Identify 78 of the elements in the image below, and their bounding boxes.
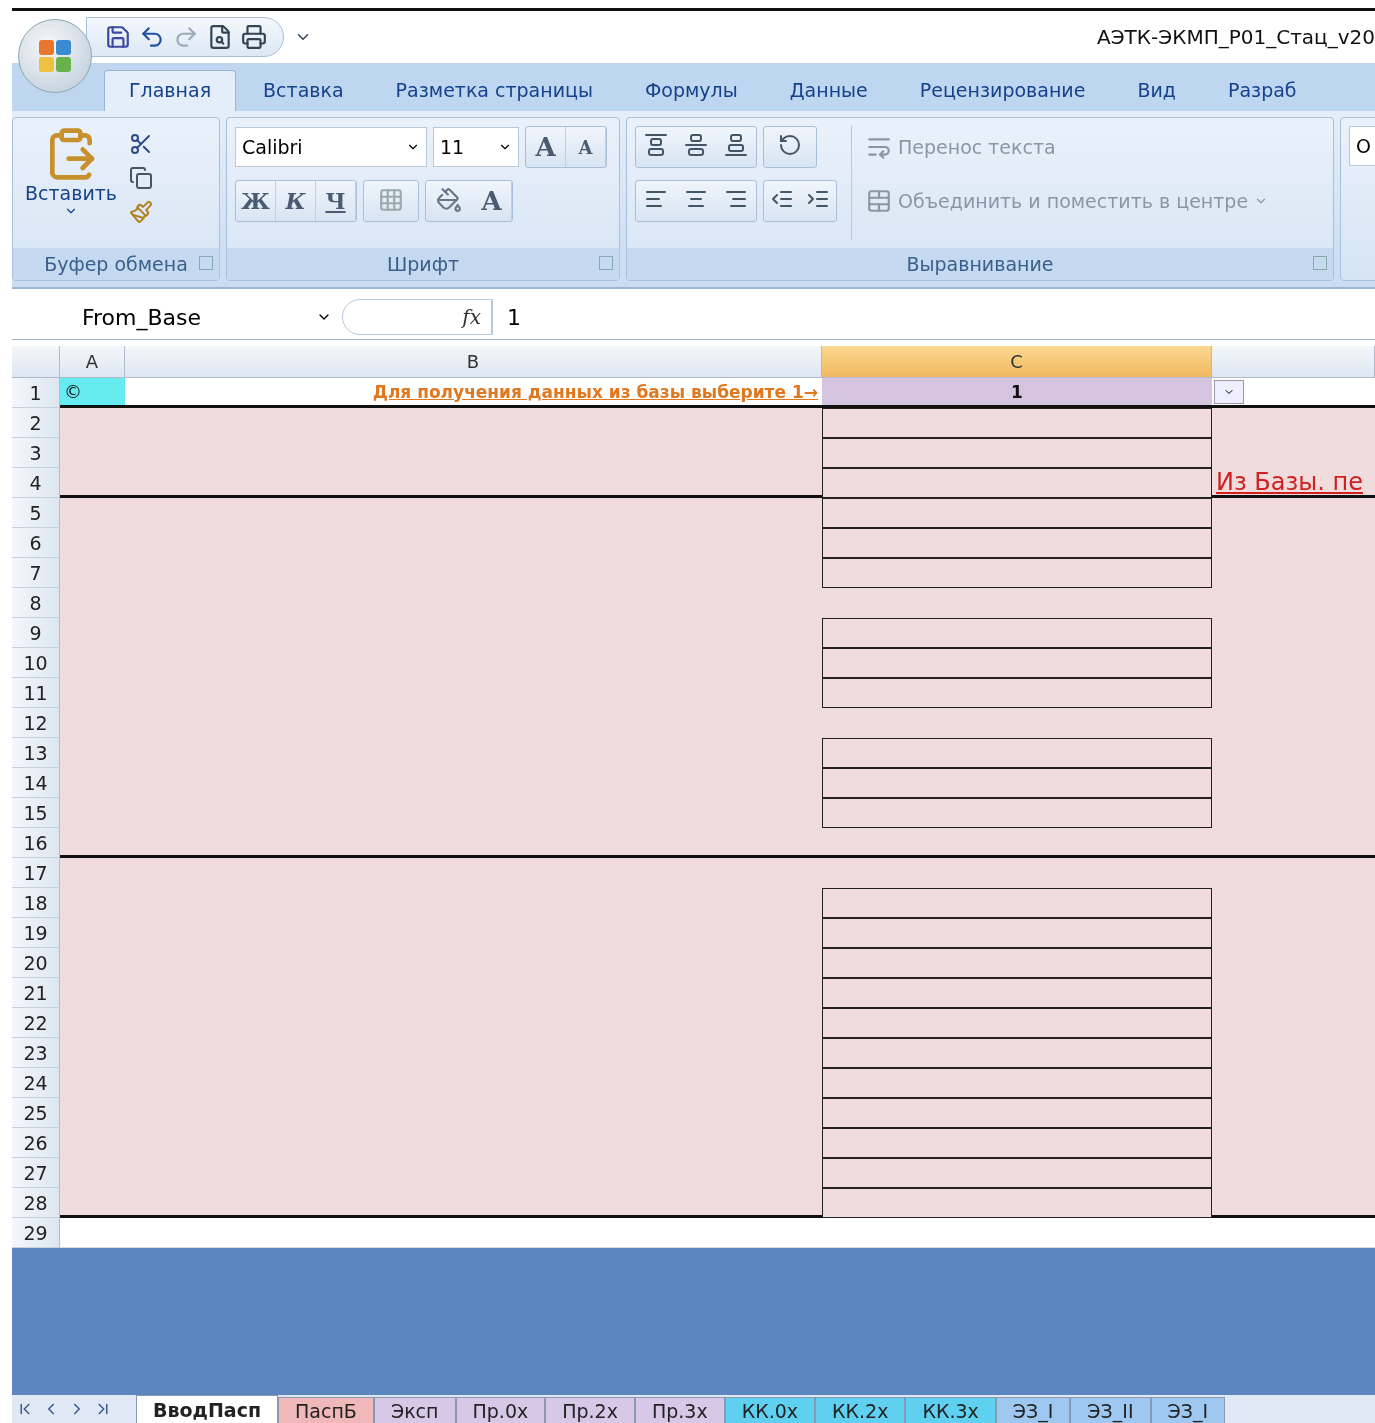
sheet-tab[interactable]: ЭЗ_I xyxy=(995,1397,1071,1423)
cut-icon[interactable] xyxy=(129,132,153,156)
row-header[interactable]: 5 xyxy=(12,498,60,528)
row-header[interactable]: 3 xyxy=(12,438,60,468)
row-header[interactable]: 23 xyxy=(12,1038,60,1068)
bold-button[interactable]: Ж xyxy=(236,181,276,221)
sheet-tab[interactable]: Пр.2х xyxy=(545,1397,635,1423)
row-header[interactable]: 24 xyxy=(12,1068,60,1098)
save-icon[interactable] xyxy=(105,24,131,50)
shrink-font-button[interactable]: A xyxy=(566,127,606,167)
printer-icon[interactable] xyxy=(241,24,267,50)
group-label: Выравнивание xyxy=(906,253,1054,275)
row-header[interactable]: 8 xyxy=(12,588,60,618)
sheet-tab[interactable]: ВводПасп xyxy=(136,1395,279,1423)
print-preview-icon[interactable] xyxy=(207,24,233,50)
sheet-tab[interactable]: КК.2х xyxy=(815,1397,906,1423)
row-header[interactable]: 22 xyxy=(12,1008,60,1038)
row-header[interactable]: 29 xyxy=(12,1218,60,1248)
row-header[interactable]: 6 xyxy=(12,528,60,558)
row-header[interactable]: 11 xyxy=(12,678,60,708)
window-title: АЭТК-ЭКМП_Р01_Стац_v20 xyxy=(1096,25,1375,49)
row-header[interactable]: 12 xyxy=(12,708,60,738)
group-label: Буфер обмена xyxy=(44,253,188,275)
font-size-field[interactable]: 11 xyxy=(433,127,519,167)
row-header[interactable]: 14 xyxy=(12,768,60,798)
row-header[interactable]: 17 xyxy=(12,858,60,888)
undo-icon[interactable] xyxy=(139,24,165,50)
column-header[interactable]: C xyxy=(822,346,1212,378)
row-header[interactable]: 28 xyxy=(12,1188,60,1218)
sheet-tab[interactable]: Эксп xyxy=(373,1397,456,1423)
group-label: Шрифт xyxy=(386,253,459,275)
ribbon-tab[interactable]: Разраб xyxy=(1202,70,1322,111)
row-header[interactable]: 18 xyxy=(12,888,60,918)
sheet-tab[interactable]: ПаспБ xyxy=(278,1397,374,1423)
table-cell: 1 xyxy=(822,378,1212,408)
row-header[interactable]: 21 xyxy=(12,978,60,1008)
font-name-field[interactable]: Calibri xyxy=(235,127,427,167)
row-header[interactable]: 4 xyxy=(12,468,60,498)
ribbon-tab[interactable]: Вид xyxy=(1112,70,1201,111)
ribbon-tab[interactable]: Разметка страницы xyxy=(370,70,618,111)
merge-cells-icon xyxy=(866,188,892,214)
sheet-tab[interactable]: ЭЗ_II xyxy=(1070,1397,1151,1423)
column-header[interactable]: A xyxy=(60,346,125,378)
ribbon-tab[interactable]: Главная xyxy=(104,70,237,111)
name-box[interactable]: From_Base xyxy=(12,304,342,330)
row-header[interactable]: 15 xyxy=(12,798,60,828)
number-format-field[interactable]: О xyxy=(1349,126,1375,166)
sheet-tab[interactable]: КК.3х xyxy=(905,1397,996,1423)
paste-button[interactable]: Вставить xyxy=(21,126,121,240)
grow-font-button[interactable]: A xyxy=(526,127,566,167)
italic-button[interactable]: К xyxy=(276,181,316,221)
row-header[interactable]: 10 xyxy=(12,648,60,678)
row-header[interactable]: 1 xyxy=(12,378,60,408)
formula-field[interactable]: 1 xyxy=(492,299,521,335)
row-header[interactable]: 25 xyxy=(12,1098,60,1128)
row-header[interactable]: 2 xyxy=(12,408,60,438)
format-painter-icon[interactable] xyxy=(129,200,153,224)
underline-button[interactable]: Ч xyxy=(316,181,356,221)
sheet-tab[interactable]: КК.0х xyxy=(724,1397,816,1423)
row-header[interactable]: 20 xyxy=(12,948,60,978)
table-cell: © xyxy=(60,378,125,408)
row-header[interactable]: 19 xyxy=(12,918,60,948)
row-header[interactable]: 9 xyxy=(12,618,60,648)
row-header[interactable]: 16 xyxy=(12,828,60,858)
ribbon-tab[interactable]: Формулы xyxy=(620,70,763,111)
sheet-tab[interactable]: Пр.0х xyxy=(455,1397,546,1423)
row-header[interactable]: 27 xyxy=(12,1158,60,1188)
copy-icon[interactable] xyxy=(129,166,153,190)
row-header[interactable]: 7 xyxy=(12,558,60,588)
sheet-tab[interactable]: ЭЗ_I xyxy=(1150,1397,1226,1423)
sheet-tab[interactable]: Пр.3х xyxy=(634,1397,725,1423)
ribbon-tab[interactable]: Данные xyxy=(764,70,893,111)
row-header[interactable]: 26 xyxy=(12,1128,60,1158)
table-cell: Из Базы. пе xyxy=(1212,468,1375,498)
column-header[interactable]: B xyxy=(125,346,822,378)
ribbon-tab[interactable]: Рецензирование xyxy=(894,70,1111,111)
row-header[interactable]: 13 xyxy=(12,738,60,768)
ribbon-tab[interactable]: Вставка xyxy=(238,70,369,111)
